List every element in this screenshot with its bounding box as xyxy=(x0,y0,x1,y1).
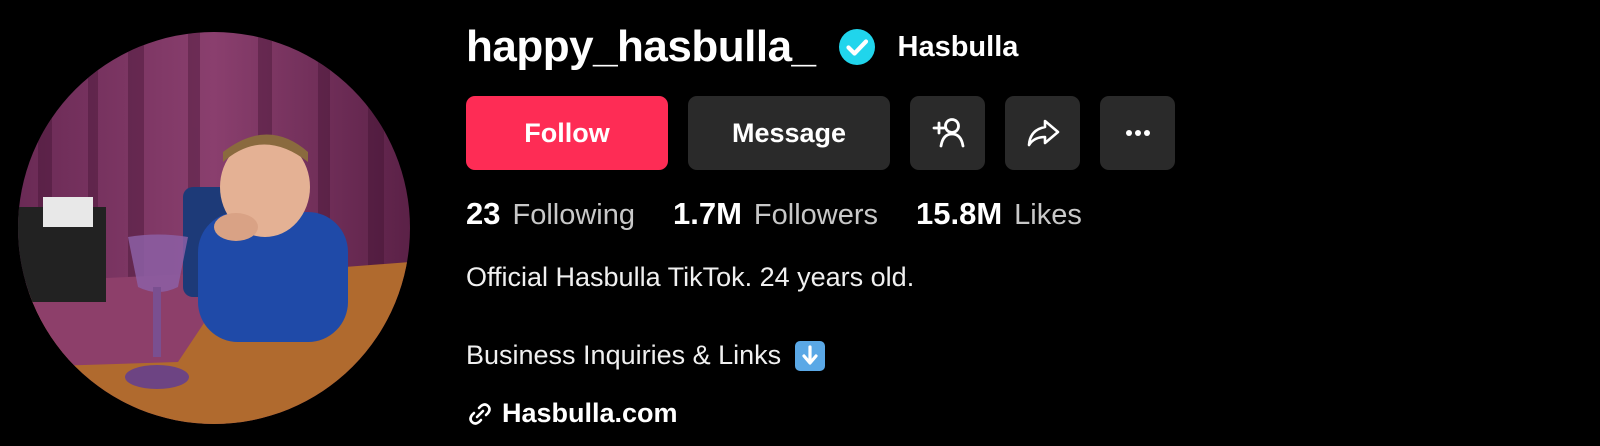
stat-label: Likes xyxy=(1014,199,1082,231)
stat-value: 1.7M xyxy=(672,196,742,231)
stat-label: Followers xyxy=(753,199,878,231)
stat-followers[interactable]: 1.7M Followers xyxy=(673,196,878,232)
stat-likes: 15.8M Likes xyxy=(916,196,1082,232)
more-icon xyxy=(1125,130,1150,136)
avatar-photo xyxy=(18,32,410,424)
bio-text: Business Inquiries & Links xyxy=(466,340,782,370)
stat-following[interactable]: 23 Following xyxy=(466,196,635,232)
profile-info: happy_hasbulla_ Hasbulla Follow Message xyxy=(466,0,1566,446)
share-icon xyxy=(1027,119,1059,147)
verified-badge-icon xyxy=(838,28,876,66)
action-buttons: Follow Message xyxy=(466,96,1175,170)
down-arrow-icon xyxy=(795,340,826,371)
stat-value: 23 xyxy=(466,196,501,231)
add-friend-button[interactable] xyxy=(910,96,985,170)
username: happy_hasbulla_ xyxy=(466,22,816,71)
follow-button[interactable]: Follow xyxy=(466,96,668,170)
add-person-icon xyxy=(932,118,964,148)
profile-link[interactable]: Hasbulla.com xyxy=(466,398,678,429)
stat-label: Following xyxy=(512,199,635,231)
share-button[interactable] xyxy=(1005,96,1080,170)
bio-line: Official Hasbulla TikTok. 24 years old. xyxy=(466,262,915,292)
message-button[interactable]: Message xyxy=(688,96,890,170)
link-icon xyxy=(469,402,491,425)
link-text[interactable]: Hasbulla.com xyxy=(502,398,678,429)
stat-value: 15.8M xyxy=(916,196,1003,231)
nickname: Hasbulla xyxy=(897,30,1019,63)
profile-stats: 23 Following 1.7M Followers 15.8M Likes xyxy=(466,196,1120,232)
title-row: happy_hasbulla_ Hasbulla xyxy=(466,22,1018,72)
bio-line: Business Inquiries & Links xyxy=(466,340,826,371)
avatar[interactable] xyxy=(18,32,410,424)
more-button[interactable] xyxy=(1100,96,1175,170)
